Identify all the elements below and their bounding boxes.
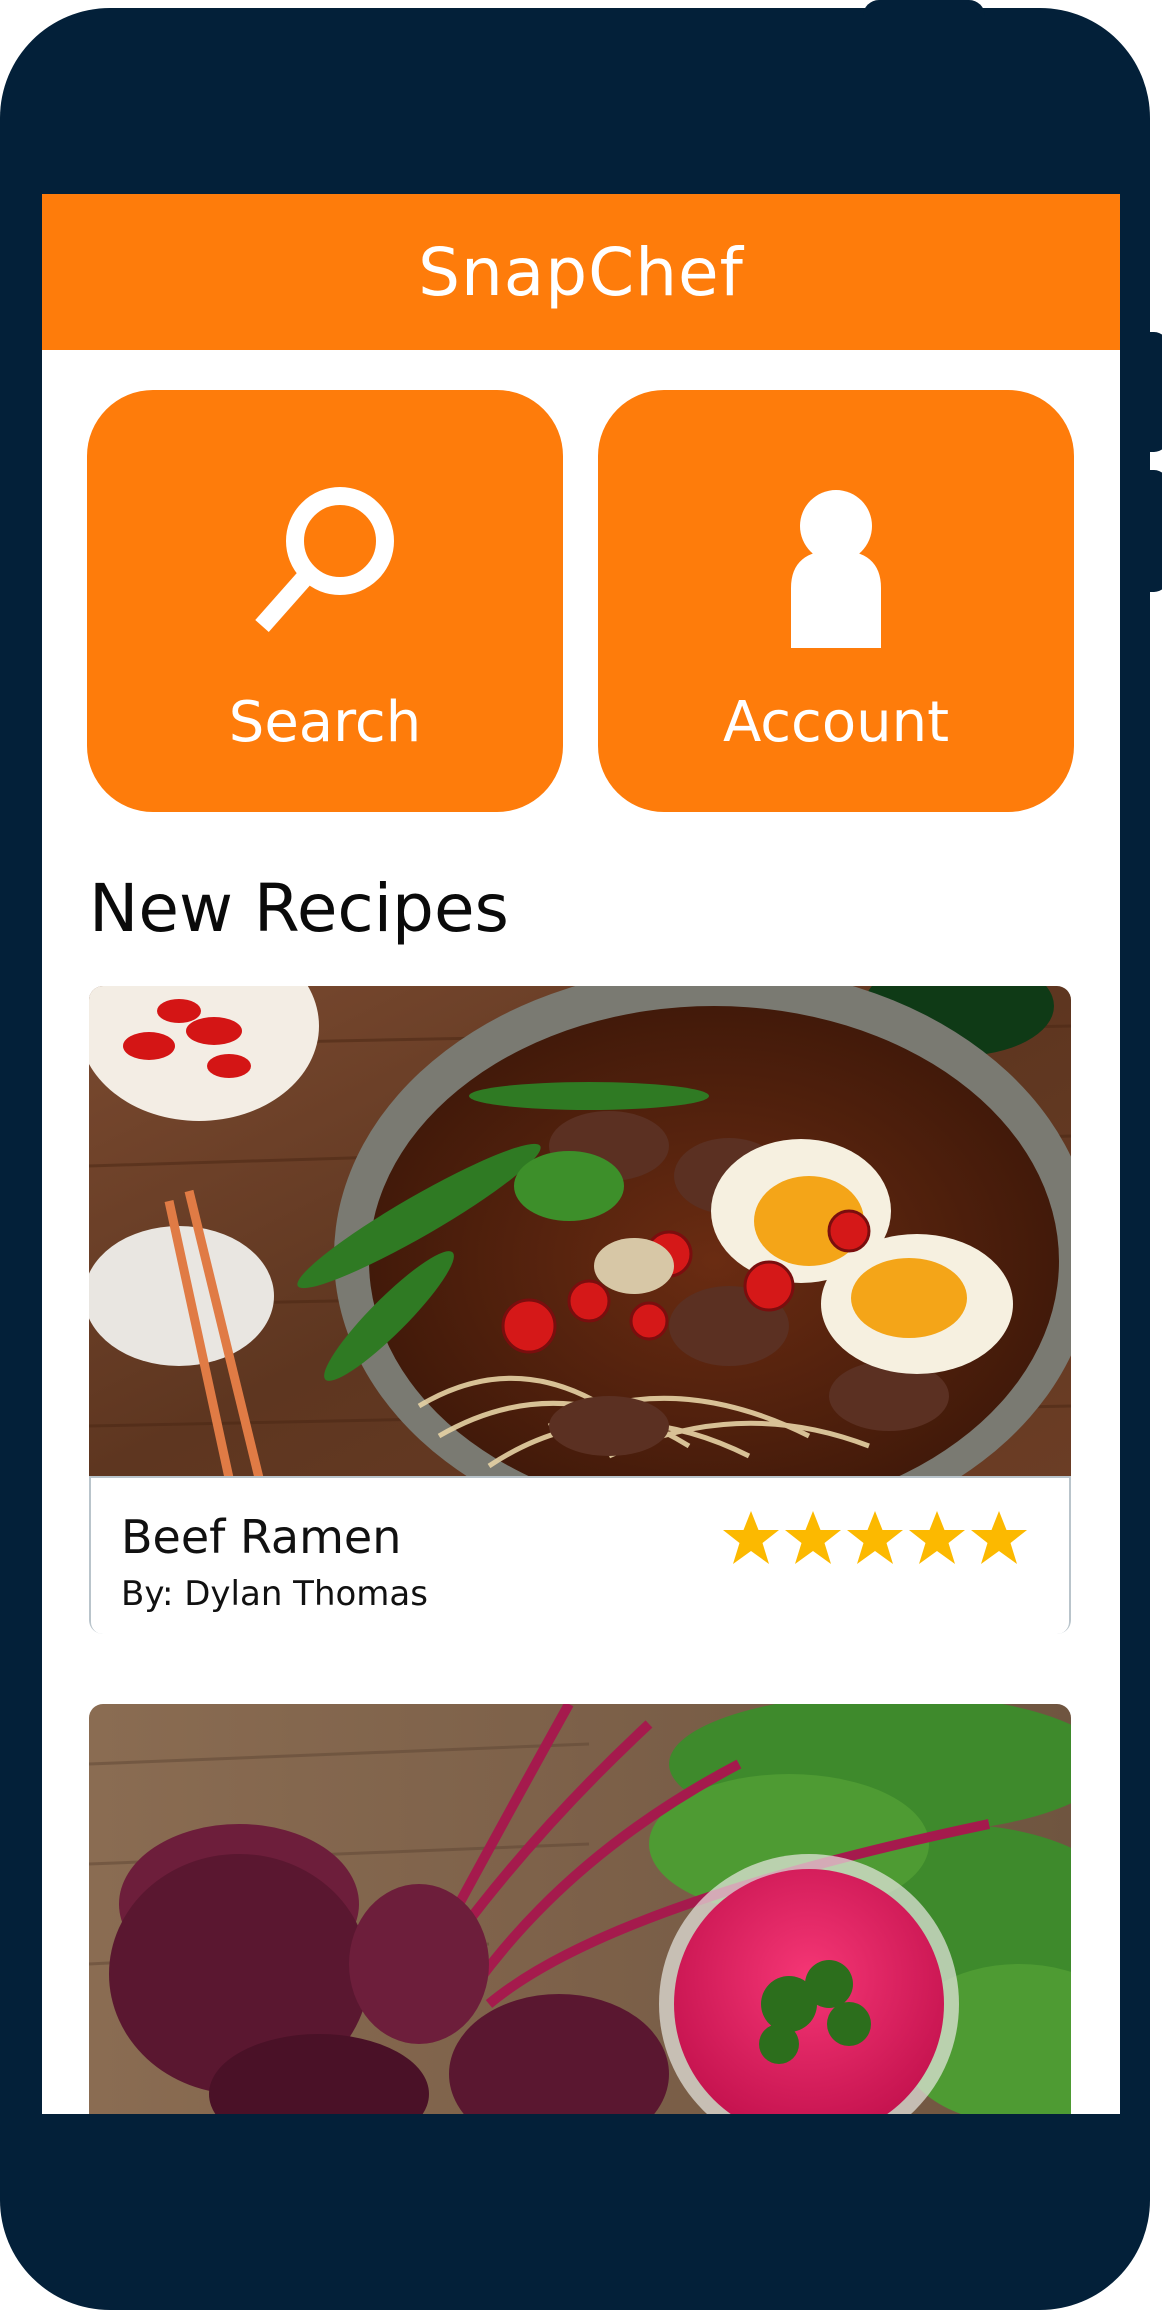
account-tile-label: Account bbox=[722, 690, 950, 755]
star-icon bbox=[909, 1511, 965, 1564]
person-icon bbox=[791, 490, 881, 648]
search-tile-label: Search bbox=[228, 690, 422, 755]
star-icon bbox=[785, 1511, 841, 1564]
recipe-card-footer: Beef Ramen By: Dylan Thomas bbox=[89, 1476, 1071, 1634]
recipe-card[interactable] bbox=[89, 1704, 1071, 2114]
recipe-image-beet-juice bbox=[89, 1704, 1071, 2114]
account-tile-button[interactable]: Account bbox=[598, 390, 1074, 812]
section-title-new-recipes: New Recipes bbox=[89, 870, 509, 947]
phone-volume-down-button bbox=[1138, 470, 1162, 592]
recipe-author: By: Dylan Thomas bbox=[121, 1574, 428, 1614]
phone-notch bbox=[863, 0, 985, 26]
rating-stars bbox=[721, 1508, 1029, 1568]
star-icon bbox=[723, 1511, 779, 1564]
star-icon bbox=[847, 1511, 903, 1564]
search-icon bbox=[255, 487, 394, 632]
phone-volume-up-button bbox=[1138, 332, 1162, 452]
recipe-title: Beef Ramen bbox=[121, 1510, 402, 1564]
star-icon bbox=[971, 1511, 1027, 1564]
app-screen: SnapChef Search Account New Recipes Beef… bbox=[42, 194, 1120, 2114]
app-bar: SnapChef bbox=[42, 194, 1120, 350]
app-title: SnapChef bbox=[418, 233, 744, 311]
search-tile-button[interactable]: Search bbox=[87, 390, 563, 812]
recipe-card[interactable]: Beef Ramen By: Dylan Thomas bbox=[89, 986, 1071, 1634]
recipe-image-beef-ramen bbox=[89, 986, 1071, 1478]
